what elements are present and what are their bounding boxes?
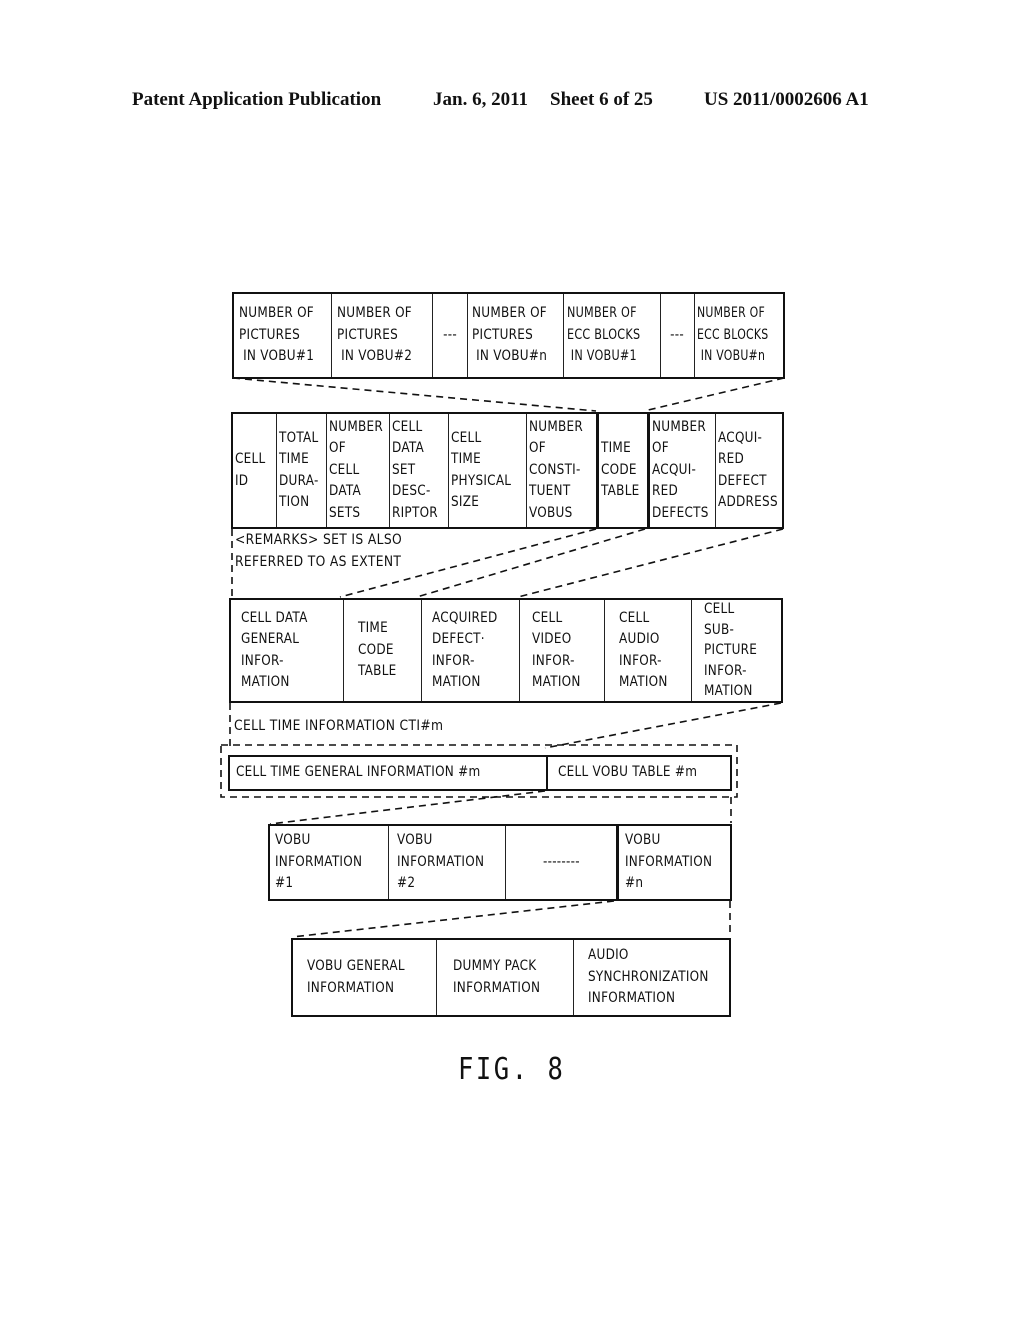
cell-ellipsis: ---	[660, 294, 694, 377]
cell-id: CELL ID	[233, 414, 276, 527]
cell-text: CELL VOBU TABLE #m	[558, 764, 698, 781]
cell-text: VOBU GENERAL INFORMATION	[307, 958, 405, 996]
connector-line	[517, 528, 784, 598]
cell-text: CELL SUB- PICTURE INFOR- MATION	[704, 601, 758, 700]
cell-vobu-table-m: CELL VOBU TABLE #m	[546, 757, 729, 789]
remarks-note: <REMARKS> SET IS ALSO REFERRED TO AS EXT…	[235, 532, 403, 570]
cell-text: CELL TIME PHYSICAL SIZE	[451, 429, 512, 511]
cell-text: --------	[542, 853, 580, 870]
cell-text: CELL AUDIO INFOR- MATION	[619, 609, 668, 691]
cell-text: ---	[443, 326, 457, 343]
connector-line	[232, 377, 597, 412]
cell-text: NUMBER OF PICTURES IN VOBU#1	[239, 305, 315, 365]
cell-sub-picture-information: CELL SUB- PICTURE INFOR- MATION	[691, 600, 781, 701]
cell-ecc-blocks-vobu-n: NUMBER OF ECC BLOCKS IN VOBU#n	[694, 294, 783, 377]
cell-data-general-row: CELL ID TOTAL TIME DURA- TION NUMBER OF …	[231, 412, 784, 529]
cell-text: ---	[670, 326, 685, 343]
cell-number-of-constituent-vobus: NUMBER OF CONSTI- TUENT VOBUS	[526, 414, 596, 527]
cell-text: NUMBER OF CELL DATA SETS	[329, 418, 383, 521]
cell-text: CELL VIDEO INFOR- MATION	[532, 609, 581, 691]
cell-audio-information: CELL AUDIO INFOR- MATION	[604, 600, 691, 701]
cell-time-information-row: CELL DATA GENERAL INFOR- MATION TIME COD…	[229, 598, 783, 703]
cell-text: NUMBER OF ECC BLOCKS IN VOBU#1	[567, 305, 641, 365]
vobu-ellipsis: --------	[505, 826, 616, 899]
connector-line	[544, 702, 782, 749]
cell-data-general-information: CELL DATA GENERAL INFOR- MATION	[231, 600, 343, 701]
dummy-pack-information: DUMMY PACK INFORMATION	[436, 940, 573, 1015]
cell-data-set-descriptor: CELL DATA SET DESC- RIPTOR	[389, 414, 448, 527]
connector-line	[416, 528, 646, 598]
vobu-information-n: VOBU INFORMATION #n	[616, 826, 730, 899]
cell-number-of-cell-data-sets: NUMBER OF CELL DATA SETS	[326, 414, 389, 527]
cell-text: CELL TIME GENERAL INFORMATION #m	[236, 764, 481, 781]
vobu-information-1: VOBU INFORMATION #1	[270, 826, 388, 899]
cell-text: CELL DATA SET DESC- RIPTOR	[392, 418, 438, 521]
figure-label: FIG. 8	[458, 1052, 566, 1087]
cell-text: CELL DATA GENERAL INFOR- MATION	[241, 609, 308, 691]
patent-number: US 2011/0002606 A1	[704, 89, 869, 110]
cell-text: TIME CODE TABLE	[358, 620, 397, 680]
publication-date: Jan. 6, 2011	[433, 89, 529, 110]
vobu-table-row: VOBU INFORMATION #1 VOBU INFORMATION #2 …	[268, 824, 732, 901]
cell-total-time-duration: TOTAL TIME DURA- TION	[276, 414, 326, 527]
cell-time-general-information-m: CELL TIME GENERAL INFORMATION #m	[230, 757, 546, 789]
cell-time-code-table: TIME CODE TABLE	[596, 414, 647, 527]
sheet-number: Sheet 6 of 25	[550, 89, 653, 110]
cell-text: VOBU INFORMATION #n	[625, 832, 713, 892]
cell-text: ACQUIRED DEFECT· INFOR- MATION	[432, 609, 498, 691]
cell-time-code-table: TIME CODE TABLE	[343, 600, 421, 701]
cti-label: CELL TIME INFORMATION CTI#m	[234, 718, 444, 734]
cell-text: NUMBER OF ECC BLOCKS IN VOBU#n	[697, 305, 769, 365]
connector-line	[643, 377, 785, 412]
vobu-counts-row: NUMBER OF PICTURES IN VOBU#1 NUMBER OF P…	[232, 292, 785, 379]
cell-text: NUMBER OF PICTURES IN VOBU#2	[337, 305, 413, 365]
cell-pictures-vobu-1: NUMBER OF PICTURES IN VOBU#1	[234, 294, 331, 377]
vobu-general-information: VOBU GENERAL INFORMATION	[293, 940, 436, 1015]
publication-label: Patent Application Publication	[132, 89, 382, 110]
cell-text: AUDIO SYNCHRONIZATION INFORMATION	[588, 947, 709, 1007]
cell-text: DUMMY PACK INFORMATION	[453, 958, 541, 996]
cell-text: CELL ID	[235, 451, 266, 489]
connector-line	[291, 900, 615, 938]
cell-number-of-acquired-defects: NUMBER OF ACQUI- RED DEFECTS	[647, 414, 715, 527]
cell-text: VOBU INFORMATION #1	[275, 832, 363, 892]
cell-ellipsis: ---	[432, 294, 467, 377]
cell-text: ACQUI- RED DEFECT ADDRESS	[718, 429, 778, 511]
cell-ecc-blocks-vobu-1: NUMBER OF ECC BLOCKS IN VOBU#1	[563, 294, 660, 377]
cti-m-row: CELL TIME GENERAL INFORMATION #m CELL VO…	[228, 755, 732, 791]
connector-line	[269, 790, 546, 825]
audio-synchronization-information: AUDIO SYNCHRONIZATION INFORMATION	[573, 940, 729, 1015]
cell-text: NUMBER OF CONSTI- TUENT VOBUS	[529, 418, 583, 521]
cell-pictures-vobu-n: NUMBER OF PICTURES IN VOBU#n	[467, 294, 563, 377]
cell-text: VOBU INFORMATION #2	[397, 832, 485, 892]
cell-time-physical-size: CELL TIME PHYSICAL SIZE	[448, 414, 526, 527]
cell-text: NUMBER OF PICTURES IN VOBU#n	[472, 305, 548, 365]
cell-text: NUMBER OF ACQUI- RED DEFECTS	[652, 418, 709, 521]
cell-text: TOTAL TIME DURA- TION	[279, 429, 319, 511]
cell-acquired-defect-address: ACQUI- RED DEFECT ADDRESS	[715, 414, 782, 527]
vobu-information-2: VOBU INFORMATION #2	[388, 826, 505, 899]
vobu-information-row: VOBU GENERAL INFORMATION DUMMY PACK INFO…	[291, 938, 731, 1017]
cell-acquired-defect-information: ACQUIRED DEFECT· INFOR- MATION	[421, 600, 519, 701]
cell-text: TIME CODE TABLE	[601, 440, 640, 500]
cell-pictures-vobu-2: NUMBER OF PICTURES IN VOBU#2	[331, 294, 432, 377]
cell-video-information: CELL VIDEO INFOR- MATION	[519, 600, 604, 701]
